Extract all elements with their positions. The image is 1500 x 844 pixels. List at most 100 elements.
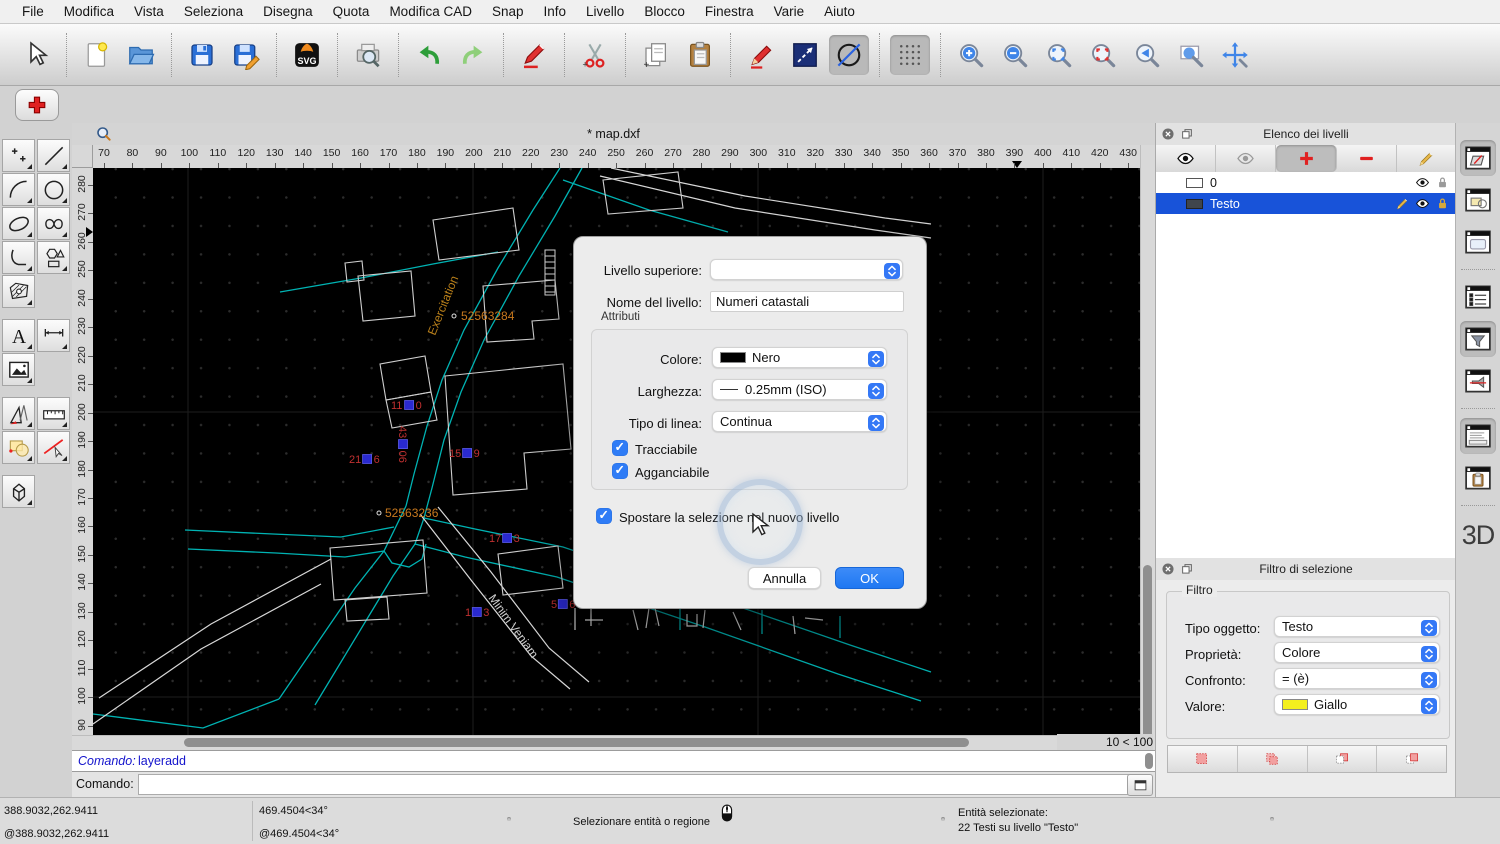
layer-edit-icon[interactable] — [1395, 196, 1410, 211]
menu-modifica-cad[interactable]: Modifica CAD — [379, 0, 482, 24]
filter-intersect-button[interactable] — [1377, 746, 1446, 772]
parent-layer-select[interactable] — [710, 259, 903, 280]
show-all-layers-button[interactable] — [1156, 145, 1216, 172]
paste-icon[interactable] — [680, 35, 720, 75]
object-type-select[interactable]: Testo — [1274, 616, 1440, 637]
save-icon[interactable] — [182, 35, 222, 75]
ok-button[interactable]: OK — [835, 567, 904, 589]
move-selection-checkbox[interactable] — [596, 508, 612, 524]
vertical-scrollbar-thumb[interactable] — [1143, 565, 1152, 745]
filter-remove-button[interactable] — [1308, 746, 1378, 772]
layer-visible-icon[interactable] — [1415, 196, 1430, 211]
menu-vista[interactable]: Vista — [124, 0, 174, 24]
menu-file[interactable]: File — [12, 0, 54, 24]
parcel-label[interactable]: 110 — [391, 400, 422, 412]
selection-filter-window[interactable] — [1460, 321, 1496, 357]
linetype-select[interactable]: Continua — [712, 411, 887, 432]
color-select[interactable]: Nero — [712, 347, 887, 368]
plottable-checkbox[interactable] — [612, 440, 628, 456]
open-file-icon[interactable] — [121, 35, 161, 75]
copy-icon[interactable]: + — [636, 35, 676, 75]
measure-tool[interactable] — [37, 397, 70, 430]
menu-livello[interactable]: Livello — [576, 0, 634, 24]
add-layer-button[interactable] — [1276, 145, 1336, 172]
draw-pencil-icon[interactable] — [514, 35, 554, 75]
parcel-label[interactable]: 173 — [489, 533, 520, 545]
remove-layer-button[interactable] — [1337, 145, 1397, 172]
menu-disegna[interactable]: Disegna — [253, 0, 323, 24]
circle-tool[interactable] — [37, 173, 70, 206]
parcel-label[interactable]: 216 — [349, 454, 380, 466]
print-preview-icon[interactable] — [348, 35, 388, 75]
zoom-out-icon[interactable] — [995, 35, 1035, 75]
cancel-button[interactable]: Annulla — [748, 567, 821, 589]
parcel-label[interactable]: 159 — [449, 448, 480, 460]
snap-tool[interactable] — [37, 431, 70, 464]
line-tool[interactable] — [37, 139, 70, 172]
box3d-tool[interactable] — [2, 475, 35, 508]
svg-export-icon[interactable]: SVG — [287, 35, 327, 75]
layer-row-testo[interactable]: Testo — [1156, 193, 1456, 214]
menu-finestra[interactable]: Finestra — [695, 0, 764, 24]
filter-select-button[interactable] — [1168, 746, 1238, 772]
menu-blocco[interactable]: Blocco — [634, 0, 695, 24]
clipboard-window[interactable] — [1460, 460, 1496, 496]
hide-all-layers-button[interactable] — [1216, 145, 1276, 172]
command-options-button[interactable] — [1127, 774, 1153, 796]
zoom-previous-icon[interactable] — [1127, 35, 1167, 75]
save-as-icon[interactable] — [226, 35, 266, 75]
ortho-icon[interactable] — [785, 35, 825, 75]
zoom-window-icon[interactable] — [1171, 35, 1211, 75]
filter-add-button[interactable] — [1238, 746, 1308, 772]
layer-visible-icon[interactable] — [1415, 175, 1430, 190]
menu-info[interactable]: Info — [534, 0, 577, 24]
points-tool[interactable] — [2, 139, 35, 172]
layer-row-0[interactable]: 0 — [1156, 172, 1456, 193]
polyline-tool[interactable] — [2, 241, 35, 274]
parcel-label[interactable]: 13 — [465, 607, 489, 619]
layer-lock-icon[interactable] — [1435, 175, 1450, 190]
arc-tool[interactable] — [2, 173, 35, 206]
cut-icon[interactable]: + — [575, 35, 615, 75]
value-select[interactable]: Giallo — [1274, 694, 1440, 715]
circle-slash-icon[interactable] — [829, 35, 869, 75]
block-list-window[interactable] — [1460, 182, 1496, 218]
menu-aiuto[interactable]: Aiuto — [814, 0, 865, 24]
menu-varie[interactable]: Varie — [764, 0, 815, 24]
image-tool[interactable] — [2, 353, 35, 386]
grid-icon[interactable] — [890, 35, 930, 75]
edit-layer-button[interactable] — [1397, 145, 1456, 172]
shapes-tool[interactable] — [37, 241, 70, 274]
dimension-tool[interactable] — [37, 319, 70, 352]
property-select[interactable]: Colore — [1274, 642, 1440, 663]
new-file-icon[interactable] — [77, 35, 117, 75]
menu-quota[interactable]: Quota — [323, 0, 380, 24]
property-list-window[interactable] — [1460, 279, 1496, 315]
render-window[interactable] — [1460, 363, 1496, 399]
zoom-auto-icon[interactable] — [1039, 35, 1079, 75]
ellipse-tool[interactable] — [2, 207, 35, 240]
layer-list-window[interactable] — [1460, 140, 1496, 176]
redo-icon[interactable] — [453, 35, 493, 75]
zoom-in-icon[interactable] — [951, 35, 991, 75]
hatch-tool[interactable] — [2, 275, 35, 308]
command-line-window[interactable] — [1460, 418, 1496, 454]
drafting-tool[interactable] — [2, 397, 35, 430]
zoom-selection-icon[interactable] — [1083, 35, 1123, 75]
menu-seleziona[interactable]: Seleziona — [174, 0, 253, 24]
history-scrollbar[interactable] — [1145, 753, 1153, 769]
parcel-label[interactable]: 4306 — [396, 426, 408, 463]
modify-tool[interactable] — [2, 431, 35, 464]
document-title-bar[interactable]: * map.dxf — [72, 123, 1155, 146]
lineweight-select[interactable]: 0.25mm (ISO) — [712, 379, 887, 400]
edit-pencil-icon[interactable] — [741, 35, 781, 75]
undo-icon[interactable] — [409, 35, 449, 75]
vertical-scrollbar[interactable] — [1140, 145, 1155, 750]
pointer-icon[interactable] — [16, 35, 56, 75]
menu-snap[interactable]: Snap — [482, 0, 534, 24]
parcel-label[interactable]: 56 — [551, 599, 575, 611]
text-tool[interactable]: A — [2, 319, 35, 352]
horizontal-scrollbar[interactable] — [72, 735, 1140, 750]
horizontal-scrollbar-thumb[interactable] — [184, 738, 969, 747]
layer-name-input[interactable] — [710, 291, 904, 312]
